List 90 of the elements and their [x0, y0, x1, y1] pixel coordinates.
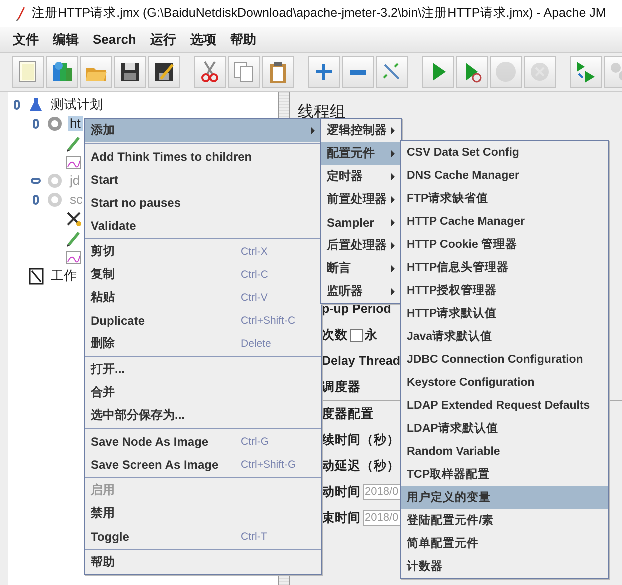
menu-item[interactable]: 禁用 [85, 502, 321, 525]
submenu-arrow-icon [391, 150, 395, 158]
menu-item[interactable]: 配置元件 [321, 142, 401, 165]
menu-item[interactable]: 粘贴 Ctrl-V [85, 286, 321, 309]
menu-item[interactable]: 定时器 [321, 165, 401, 188]
menu-item[interactable]: HTTP授权管理器 [401, 279, 608, 302]
menu-item[interactable]: TCP取样器配置 [401, 463, 608, 486]
menu-item[interactable]: 复制 Ctrl-C [85, 263, 321, 286]
window-title: 注册HTTP请求.jmx (G:\BaiduNetdiskDownload\apache-jmeter-3.2\bin\注册HTTP请求.jmx) - Apache JM [32, 5, 606, 22]
tree-node[interactable]: 测试计划 [49, 96, 105, 114]
form-label: 调度器 [322, 378, 361, 396]
menu-item[interactable]: 编辑 [46, 30, 86, 48]
shortcut-label: Ctrl+Shift-G [241, 458, 298, 470]
menu-item[interactable]: 监听器 [321, 280, 401, 303]
submenu-arrow-icon [391, 242, 395, 250]
submenu-arrow-icon [391, 126, 395, 134]
menu-item[interactable]: Save Node As Image Ctrl-G [85, 430, 321, 453]
form-label: 动时间 [322, 484, 361, 500]
menu-item[interactable]: FTP请求缺省值 [401, 187, 608, 210]
menu-item[interactable]: 计数器 [401, 555, 608, 578]
menu-item[interactable]: Sampler [321, 211, 401, 234]
menu-item[interactable]: Keystore Configuration [401, 371, 608, 394]
menu-item[interactable]: 简单配置元件 [401, 532, 608, 555]
menu-item[interactable]: 登陆配置元件/素 [401, 509, 608, 532]
menu-item[interactable]: 后置处理器 [321, 234, 401, 257]
menu-item[interactable]: 断言 [321, 257, 401, 280]
menu-item[interactable]: HTTP信息头管理器 [401, 256, 608, 279]
checkbox[interactable] [350, 328, 363, 342]
menu-item[interactable]: Add Think Times to children [85, 145, 321, 168]
menu-item[interactable]: 合并 [85, 381, 321, 404]
toolbar-button[interactable] [148, 56, 180, 88]
menu-item[interactable]: LDAP Extended Request Defaults [401, 394, 608, 417]
menu-item[interactable]: 用户定义的变量 [401, 486, 608, 509]
submenu-arrow-icon [311, 126, 315, 134]
expand-handle-icon[interactable] [33, 118, 39, 128]
feather-icon [16, 6, 26, 22]
minus-icon [350, 70, 366, 74]
expand-handle-icon[interactable] [14, 100, 20, 110]
form-label: p-up Period [322, 302, 392, 316]
menu-item[interactable]: 帮助 [85, 551, 321, 574]
toolbar-button[interactable] [262, 56, 294, 88]
menu-item[interactable]: Start no pauses [85, 191, 321, 214]
menu-item[interactable]: 选项 [183, 30, 224, 48]
menu-item[interactable]: 删除 Delete [85, 332, 321, 355]
menu-item[interactable]: Java请求默认值 [401, 325, 608, 348]
form-label: 度器配置 [322, 406, 374, 422]
menu-item[interactable]: Validate [85, 214, 321, 237]
menu-item[interactable]: 打开... [85, 358, 321, 381]
shortcut-label: Ctrl-V [241, 292, 269, 304]
menu-item[interactable]: JDBC Connection Configuration [401, 348, 608, 371]
menu-item[interactable]: 前置处理器 [321, 188, 401, 211]
toolbar-button[interactable] [114, 56, 146, 88]
tree-node[interactable]: ht [68, 116, 83, 131]
menu-item[interactable]: 帮助 [223, 30, 264, 48]
menu-item[interactable]: LDAP请求默认值 [401, 417, 608, 440]
submenu-arrow-icon [391, 218, 395, 226]
menu-item[interactable]: 选中部分保存为... [85, 404, 321, 427]
menu-item[interactable]: HTTP Cache Manager [401, 210, 608, 233]
submenu-arrow-icon [391, 196, 395, 204]
shortcut-label: Ctrl-C [241, 268, 270, 280]
submenu-arrow-icon [391, 264, 395, 272]
form-label: Delay Thread [322, 354, 401, 368]
shortcut-label: Ctrl-X [241, 246, 269, 258]
menu-item[interactable]: DNS Cache Manager [401, 164, 608, 187]
menu-item[interactable]: CSV Data Set Config [401, 141, 608, 164]
menu-item[interactable]: HTTP请求默认值 [401, 302, 608, 325]
menu-item[interactable]: Search [86, 32, 144, 47]
menu-item[interactable]: 运行 [143, 30, 184, 48]
menu-item[interactable]: Start [85, 168, 321, 191]
menu-item[interactable]: 逻辑控制器 [321, 119, 401, 142]
menu-item[interactable]: 剪切 Ctrl-X [85, 240, 321, 263]
shortcut-label: Ctrl+Shift-C [241, 314, 297, 326]
tree-node[interactable]: 工作 [49, 266, 79, 284]
submenu-arrow-icon [391, 288, 395, 296]
shortcut-label: Delete [241, 338, 272, 350]
shortcut-label: Ctrl-T [241, 530, 268, 542]
menu-item[interactable]: HTTP Cookie 管理器 [401, 233, 608, 256]
menu-item[interactable]: 文件 [6, 30, 46, 48]
submenu-arrow-icon [391, 172, 395, 180]
menu-item[interactable]: 添加 [85, 119, 321, 142]
form-label: 次数 [322, 326, 348, 344]
checkbox-label: 永 [365, 326, 378, 344]
shortcut-label: Ctrl-G [241, 436, 270, 448]
menu-item[interactable]: Save Screen As Image Ctrl+Shift-G [85, 453, 321, 476]
form-label: 动延迟（秒） [322, 458, 400, 474]
menu-item[interactable]: Toggle Ctrl-T [85, 525, 321, 548]
form-label: 束时间 [322, 510, 361, 526]
menu-item[interactable]: Duplicate Ctrl+Shift-C [85, 309, 321, 332]
stop-icon [493, 59, 519, 85]
menu-item[interactable]: Random Variable [401, 440, 608, 463]
